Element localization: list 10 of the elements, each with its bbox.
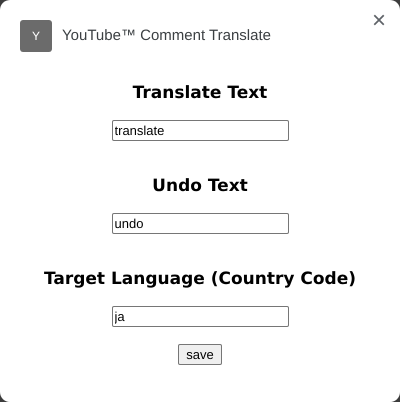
dialog-title: YouTube™ Comment Translate <box>62 26 271 46</box>
field-heading: Target Language (Country Code) <box>44 268 356 290</box>
app-icon: Y <box>20 20 52 52</box>
input-field[interactable]: translate <box>112 120 288 141</box>
close-button[interactable]: × <box>372 9 386 33</box>
input-field[interactable]: ja <box>112 306 288 327</box>
field-heading: Translate Text <box>132 82 268 104</box>
field-heading: Undo Text <box>152 175 248 197</box>
input-field[interactable]: undo <box>112 213 288 234</box>
save-button[interactable]: save <box>178 344 222 365</box>
